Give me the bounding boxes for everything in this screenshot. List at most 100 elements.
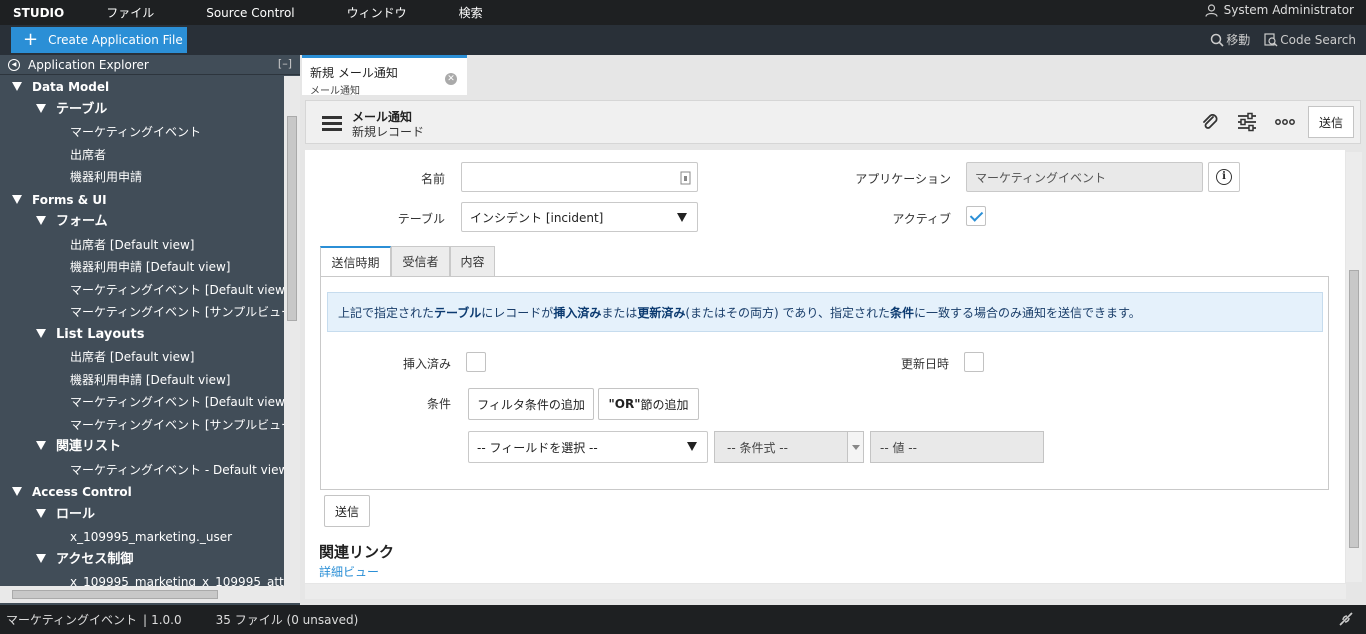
menu-window[interactable]: ウィンドウ — [347, 4, 407, 21]
tree-item-label: 機器利用申請 [Default view] — [70, 372, 231, 387]
tree-item[interactable]: マーケティングイベント [サンプルビュー] — [70, 301, 284, 323]
application-value: マーケティングイベント — [975, 170, 1107, 185]
sidebar-vertical-scrollbar[interactable] — [284, 76, 300, 586]
menu-studio[interactable]: STUDIO — [13, 6, 64, 20]
tree-group[interactable]: テーブル — [36, 99, 107, 121]
info-notice: 上記で指定された テーブル にレコードが 挿入済み または 更新済み (またはその両方) … — [327, 292, 1323, 332]
caret-down-icon[interactable] — [12, 194, 22, 204]
back-arrow-icon[interactable]: ◀ — [8, 58, 20, 71]
condition-label: 条件 — [426, 397, 451, 411]
tree-item-label: x_109995_marketing._user — [70, 530, 233, 544]
more-options-icon[interactable] — [1274, 112, 1296, 132]
scroll-thumb[interactable] — [1349, 270, 1359, 548]
active-checkbox[interactable] — [966, 206, 986, 226]
menu-file[interactable]: ファイル — [106, 4, 154, 21]
submit-button[interactable]: 送信 — [324, 495, 370, 527]
tree-item[interactable]: マーケティングイベント — [70, 121, 201, 143]
tab-content[interactable]: 内容 — [450, 246, 495, 276]
header-submit-button[interactable]: 送信 — [1308, 106, 1354, 138]
name-label: 名前 — [420, 172, 445, 186]
tree-group[interactable]: Forms & UI — [12, 189, 107, 211]
tab-when-to-send[interactable]: 送信時期 — [320, 246, 391, 277]
tree-group[interactable]: アクセス制御 — [36, 549, 133, 571]
dropdown-arrow-icon — [687, 442, 697, 451]
caret-down-icon[interactable] — [36, 216, 46, 225]
active-label: アクティブ — [892, 212, 951, 226]
tree-item[interactable]: 出席者 [Default view] — [70, 346, 194, 368]
tree-item-label: マーケティングイベント - Default view [Default] — [70, 462, 284, 477]
name-input[interactable] — [461, 162, 698, 192]
value-field[interactable]: -- 値 -- — [870, 431, 1044, 463]
operator-select[interactable]: -- 条件式 -- — [714, 431, 864, 463]
caret-down-icon[interactable] — [12, 82, 22, 91]
tree-item[interactable]: 出席者 — [70, 144, 106, 166]
caret-down-icon[interactable] — [12, 487, 22, 496]
dropdown-arrow-icon — [677, 213, 687, 222]
status-separator: | — [143, 612, 148, 627]
code-search-button[interactable]: Code Search — [1264, 31, 1356, 48]
tree-item[interactable]: マーケティングイベント [Default view] — [70, 279, 284, 301]
table-select[interactable]: インシデント [incident] — [461, 202, 698, 232]
main-vertical-scrollbar[interactable] — [1346, 152, 1362, 582]
tree-item[interactable]: x_109995_marketing._user — [70, 526, 232, 548]
tree-group[interactable]: List Layouts — [36, 324, 145, 346]
scroll-thumb[interactable] — [12, 590, 218, 599]
tree-item[interactable]: 機器利用申請 [Default view] — [70, 369, 230, 391]
notice-text: 上記で指定された — [338, 305, 435, 320]
hamburger-menu-icon[interactable] — [322, 116, 342, 131]
user-icon — [1205, 3, 1218, 17]
caret-down-icon[interactable] — [36, 328, 46, 338]
tree-item[interactable]: 出席者 [Default view] — [70, 234, 194, 256]
paperclip-icon[interactable] — [1200, 112, 1220, 132]
detail-view-link[interactable]: 詳細ビュー — [319, 563, 379, 580]
add-or-clause-button[interactable]: "OR" 節の追加 — [598, 388, 699, 420]
main-horizontal-scrollbar[interactable] — [305, 584, 1346, 599]
when-to-send-panel: 上記で指定された テーブル にレコードが 挿入済み または 更新済み (またはその両方) … — [320, 276, 1329, 490]
caret-down-icon[interactable] — [36, 508, 46, 518]
tree-item[interactable]: マーケティングイベント - Default view [Default] — [70, 459, 284, 481]
close-tab-icon[interactable]: ✕ — [445, 73, 457, 85]
operator-select-value: -- 条件式 -- — [727, 440, 788, 455]
application-info-button[interactable]: i — [1208, 162, 1240, 192]
inserted-checkbox[interactable] — [466, 352, 486, 372]
caret-down-icon[interactable] — [36, 553, 46, 563]
tree-item[interactable]: マーケティングイベント [サンプルビュー] — [70, 414, 284, 436]
tree-group[interactable]: 関連リスト — [36, 436, 121, 458]
updated-checkbox[interactable] — [964, 352, 984, 372]
settings-sliders-icon[interactable] — [1236, 112, 1258, 132]
tree-group[interactable]: フォーム — [36, 211, 108, 233]
tree-item-label: フォーム — [56, 214, 108, 229]
user-menu[interactable]: System Administrator — [1205, 3, 1354, 17]
create-application-file-button[interactable]: + Create Application File — [11, 27, 187, 53]
tree-group[interactable]: ロール — [36, 504, 95, 526]
tree-item[interactable]: x_109995_marketing_x_109995_attendee — [70, 571, 284, 586]
notice-keyword: 更新済み — [637, 305, 686, 320]
move-label: 移動 — [1226, 33, 1251, 47]
tree-group[interactable]: Data Model — [12, 76, 109, 98]
tree-item[interactable]: マーケティングイベント [Default view] — [70, 391, 284, 413]
updated-label: 更新日時 — [900, 357, 949, 371]
notice-keyword: 挿入済み — [553, 305, 602, 320]
caret-down-icon[interactable] — [36, 103, 46, 113]
field-select[interactable]: -- フィールドを選択 -- — [468, 431, 708, 463]
tab-subtitle: メール通知 — [310, 86, 360, 97]
tree-item[interactable]: 機器利用申請 — [70, 166, 142, 188]
tree-item-label: マーケティングイベント [Default view] — [70, 282, 284, 297]
tree-item-label: List Layouts — [56, 326, 145, 342]
tree-item-label: マーケティングイベント — [70, 125, 202, 139]
scroll-thumb[interactable] — [287, 116, 297, 321]
caret-down-icon[interactable] — [36, 441, 46, 450]
menu-source-control[interactable]: Source Control — [206, 6, 294, 20]
add-filter-condition-button[interactable]: フィルタ条件の追加 — [468, 388, 594, 420]
menu-search[interactable]: 検索 — [459, 4, 483, 21]
collapse-all-button[interactable]: [–] — [278, 57, 292, 70]
code-search-icon — [1264, 32, 1278, 46]
move-button[interactable]: 移動 — [1210, 31, 1250, 48]
tab-recipients[interactable]: 受信者 — [391, 246, 450, 276]
tree-group[interactable]: Access Control — [12, 481, 132, 503]
sidebar-horizontal-scrollbar[interactable] — [0, 586, 300, 603]
tree-item-label: ロール — [56, 506, 96, 522]
table-label: テーブル — [397, 212, 445, 226]
editor-tab[interactable]: 新規 メール通知 メール通知 ✕ — [302, 55, 467, 97]
tree-item[interactable]: 機器利用申請 [Default view] — [70, 256, 230, 278]
